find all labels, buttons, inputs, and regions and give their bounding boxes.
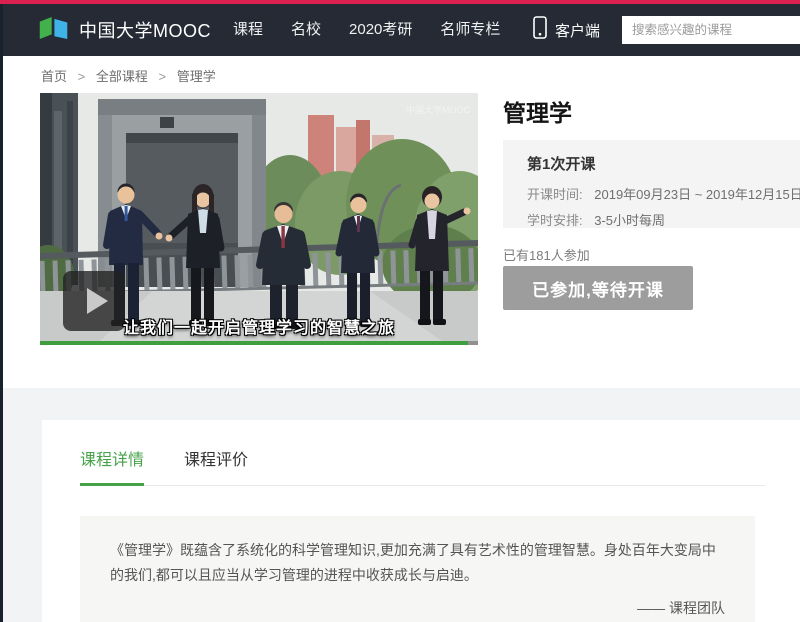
course-intro-attribution: —— 课程团队: [110, 598, 725, 618]
play-icon: [87, 288, 108, 314]
workload-row: 学时安排: 3-5小时每周: [527, 210, 800, 229]
client-app-label: 客户端: [555, 20, 600, 41]
video-progress-fill: [40, 341, 468, 345]
course-head-section: 首页 > 全部课程 > 管理学: [0, 56, 800, 388]
nav-item-teacher-columns[interactable]: 名师专栏: [426, 4, 514, 56]
window-left-edge: [0, 0, 3, 622]
breadcrumb-home[interactable]: 首页: [41, 69, 67, 84]
course-intro-quote-box: 《管理学》既蕴含了系统化的科学管理知识,更加充满了具有艺术性的管理智慧。身处百年…: [80, 516, 755, 622]
logo-book-icon: [37, 14, 70, 47]
breadcrumb-current: 管理学: [177, 69, 216, 84]
smartphone-icon: [533, 16, 547, 44]
course-intro-video[interactable]: 中国大学MOOC 让我们一起开启管理学习的智慧之旅: [40, 93, 478, 345]
lower-section: 课程详情 课程评价 《管理学》既蕴含了系统化的科学管理知识,更加充满了具有艺术性…: [0, 388, 800, 622]
site-logo[interactable]: 中国大学MOOC: [37, 14, 211, 47]
breadcrumb-all-courses[interactable]: 全部课程: [96, 69, 148, 84]
tab-course-reviews[interactable]: 课程评价: [184, 446, 248, 485]
nav-item-schools[interactable]: 名校: [277, 4, 335, 56]
nav-item-courses[interactable]: 课程: [219, 4, 277, 56]
tab-course-details[interactable]: 课程详情: [80, 446, 144, 486]
workload-value: 3-5小时每周: [594, 213, 665, 228]
course-tabs: 课程详情 课程评价: [80, 446, 765, 486]
course-detail-card: 课程详情 课程评价 《管理学》既蕴含了系统化的科学管理知识,更加充满了具有艺术性…: [42, 420, 800, 622]
schedule-value: 2019年09月23日 ~ 2019年12月15日: [594, 187, 800, 202]
mooc-course-page: 中国大学MOOC 课程 名校 2020考研 名师专栏 客户端 首页 > 全部课程…: [0, 0, 800, 622]
workload-label: 学时安排:: [527, 213, 583, 228]
enrolled-count-text: 已有181人参加: [503, 245, 590, 264]
brand-top-line: [0, 0, 800, 4]
enrolled-waiting-button[interactable]: 已参加,等待开课: [503, 266, 693, 310]
video-subtitle: 让我们一起开启管理学习的智慧之旅: [40, 314, 478, 338]
video-watermark: 中国大学MOOC: [406, 104, 470, 115]
course-intro-text: 《管理学》既蕴含了系统化的科学管理知识,更加充满了具有艺术性的管理智慧。身处百年…: [110, 538, 725, 588]
search-input[interactable]: [622, 16, 800, 44]
video-progress-bar[interactable]: [40, 341, 478, 345]
logo-text: 中国大学MOOC: [79, 17, 211, 43]
schedule-label: 开课时间:: [527, 187, 583, 202]
schedule-row: 开课时间: 2019年09月23日 ~ 2019年12月15日: [527, 184, 800, 203]
main-nav: 课程 名校 2020考研 名师专栏: [219, 4, 514, 56]
course-title: 管理学: [503, 94, 572, 128]
session-label: 第1次开课: [527, 153, 800, 174]
client-app-link[interactable]: 客户端: [533, 16, 600, 44]
breadcrumb: 首页 > 全部课程 > 管理学: [41, 66, 216, 85]
breadcrumb-separator: >: [159, 69, 167, 84]
top-navbar: 中国大学MOOC 课程 名校 2020考研 名师专栏 客户端: [0, 4, 800, 56]
breadcrumb-separator: >: [78, 69, 86, 84]
nav-item-kaoyan-2020[interactable]: 2020考研: [335, 4, 426, 56]
course-session-box: 第1次开课 开课时间: 2019年09月23日 ~ 2019年12月15日 学时…: [503, 140, 800, 228]
